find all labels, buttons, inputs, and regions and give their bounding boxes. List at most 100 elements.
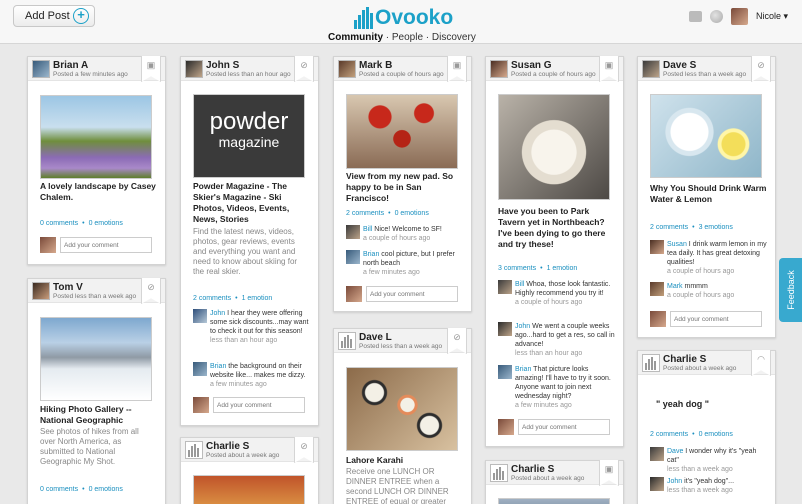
author-name[interactable]: Charlie S [206, 441, 249, 452]
author-name[interactable]: John S [206, 60, 239, 71]
sushi-image[interactable] [346, 367, 458, 451]
comment-input[interactable] [213, 397, 305, 413]
comments-count[interactable]: 0 comments [40, 220, 78, 227]
post-title[interactable]: A lovely landscape by Casey Chalem. [40, 181, 158, 203]
landscape-image[interactable] [40, 95, 152, 179]
post-title[interactable]: Have you been to Park Tavern yet in Nort… [498, 206, 618, 250]
food-plate-image[interactable] [498, 94, 610, 200]
comments-count[interactable]: 2 comments [346, 210, 384, 217]
comment-author[interactable]: Dave [667, 448, 683, 455]
hiking-image[interactable] [40, 317, 152, 401]
post-title[interactable]: View from my new pad. So happy to be in … [346, 171, 464, 204]
comment-author[interactable]: Bill [515, 281, 524, 288]
user-menu[interactable]: Nicole ▾ [756, 11, 788, 22]
author-name[interactable]: Tom V [53, 282, 83, 293]
food-image[interactable] [193, 475, 305, 504]
comments-count[interactable]: 2 comments [193, 295, 231, 302]
avatar[interactable] [490, 60, 508, 78]
author-name[interactable]: Brian A [53, 60, 88, 71]
post-title[interactable]: Why You Should Drink Warm Water & Lemon [650, 183, 770, 205]
comments-count[interactable]: 0 comments [40, 486, 78, 493]
comment-author[interactable]: Susan [667, 241, 687, 248]
comment-input[interactable] [518, 419, 610, 435]
comment-box [193, 397, 305, 413]
author-name[interactable]: Dave L [359, 332, 392, 343]
author-name[interactable]: Susan G [511, 60, 552, 71]
author-name[interactable]: Dave S [663, 60, 696, 71]
post-card: Susan G Posted a couple of hours ago ▣ H… [485, 56, 624, 447]
comment-box [650, 311, 762, 327]
avatar[interactable] [642, 354, 660, 372]
image-text: powder [209, 108, 289, 135]
author-name[interactable]: Charlie S [663, 354, 706, 365]
avatar[interactable] [32, 60, 50, 78]
comment-text: I hear they were offering some sick disc… [210, 310, 309, 335]
comment-author[interactable]: Bill [363, 226, 372, 233]
add-post-button[interactable]: Add Post + [13, 5, 95, 27]
author-name[interactable]: Mark B [359, 60, 392, 71]
avatar[interactable] [490, 464, 508, 482]
avatar [650, 240, 664, 254]
post-image[interactable] [498, 498, 610, 504]
messages-icon[interactable] [689, 11, 702, 22]
feedback-tab[interactable]: Feedback [779, 258, 802, 322]
comment-author[interactable]: Brian [515, 366, 531, 373]
comment-text: Nice! Welcome to SF! [372, 226, 442, 233]
nav-community[interactable]: Community [328, 32, 383, 43]
comment-author[interactable]: John [667, 478, 682, 485]
avatar[interactable] [338, 332, 356, 350]
comment-input[interactable] [670, 311, 762, 327]
comment: Brian the background on their website li… [193, 362, 313, 389]
post-time: Posted less than a week ago [663, 71, 747, 78]
avatar[interactable] [32, 282, 50, 300]
comment: Brian cool picture, but I prefer north b… [346, 250, 466, 277]
comment-box [346, 286, 458, 302]
emotions-count[interactable]: 0 emotions [699, 431, 733, 438]
comment-time: a couple of hours ago [667, 292, 735, 299]
lemon-water-image[interactable] [650, 94, 762, 178]
post-title[interactable]: Powder Magazine - The Skier's Magazine -… [193, 181, 311, 225]
comment-author[interactable]: John [210, 310, 225, 317]
comment-author[interactable]: Brian [363, 251, 379, 258]
avatar[interactable] [642, 60, 660, 78]
comment-author[interactable]: Brian [210, 363, 226, 370]
emotions-count[interactable]: 3 emotions [699, 224, 733, 231]
post-time: Posted a few minutes ago [53, 71, 128, 78]
user-avatar[interactable] [731, 8, 748, 25]
nav-discovery[interactable]: Discovery [432, 32, 476, 43]
ovooko-logo[interactable]: Ovooko [354, 5, 453, 29]
comment-author[interactable]: Mark [667, 283, 683, 290]
emotions-count[interactable]: 0 emotions [89, 220, 123, 227]
comments-count[interactable]: 2 comments [650, 224, 688, 231]
post-title[interactable]: Lahore Karahi [346, 455, 464, 466]
post-description: Find the latest news, videos, photos, ge… [193, 227, 298, 276]
powder-magazine-image[interactable]: powder magazine [193, 94, 305, 178]
post-time: Posted about a week ago [511, 475, 585, 482]
comments-count[interactable]: 3 comments [498, 265, 536, 272]
author-name[interactable]: Charlie S [511, 464, 554, 475]
comment-author[interactable]: John [515, 323, 530, 330]
post-title[interactable]: Hiking Photo Gallery -- National Geograp… [40, 404, 158, 426]
comment-time: a few minutes ago [363, 269, 420, 276]
emotions-count[interactable]: 0 emotions [395, 210, 429, 217]
avatar [650, 311, 666, 327]
avatar[interactable] [338, 60, 356, 78]
comment-input[interactable] [60, 237, 152, 253]
emotions-count[interactable]: 0 emotions [89, 486, 123, 493]
comments-count[interactable]: 2 comments [650, 431, 688, 438]
post-time: Posted about a week ago [206, 452, 280, 459]
nav-people[interactable]: People [392, 32, 423, 43]
avatar[interactable] [185, 441, 203, 459]
avatar[interactable] [185, 60, 203, 78]
image-text: magazine [218, 134, 280, 150]
sf-view-image[interactable] [346, 94, 458, 169]
logo-bars-icon [354, 7, 373, 29]
emotions-count[interactable]: 1 emotion [547, 265, 578, 272]
avatar [498, 419, 514, 435]
comment-input[interactable] [366, 286, 458, 302]
emotions-count[interactable]: 1 emotion [242, 295, 273, 302]
notifications-globe-icon[interactable] [710, 10, 723, 23]
avatar [40, 237, 56, 253]
post-stats: 0 comments • 0 emotions [40, 486, 123, 493]
post-time: Posted less than an hour ago [206, 71, 291, 78]
